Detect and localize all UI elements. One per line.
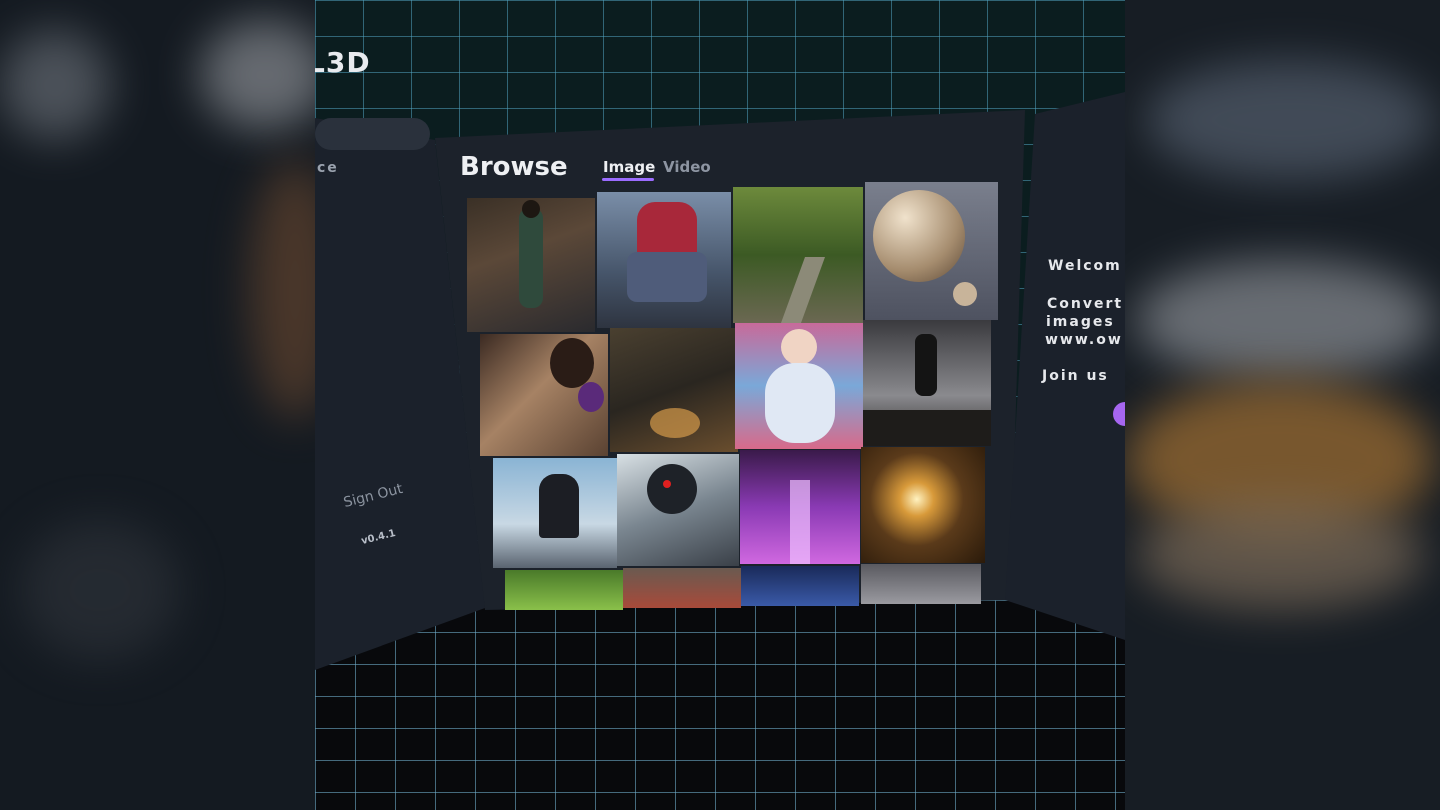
- welcome-text-line: images: [1046, 314, 1115, 330]
- gallery-thumbnail[interactable]: [735, 323, 863, 449]
- blurred-backdrop-left: [0, 0, 315, 810]
- website-link[interactable]: www.ow: [1045, 332, 1123, 348]
- vr-scene: L3D ce Sign Out v0.4.1 Browse Image Vide…: [315, 0, 1125, 810]
- welcome-text-line: Convert: [1047, 296, 1124, 312]
- tab-video[interactable]: Video: [663, 158, 711, 176]
- gallery-thumbnail[interactable]: [617, 454, 739, 566]
- tab-image[interactable]: Image: [603, 158, 655, 176]
- gallery-thumbnail[interactable]: [863, 320, 991, 446]
- welcome-heading: Welcom: [1048, 258, 1122, 274]
- app-logo: L3D: [315, 46, 371, 79]
- gallery-thumbnail[interactable]: [597, 192, 731, 328]
- gallery-thumbnail[interactable]: [861, 564, 981, 604]
- page-title: Browse: [460, 152, 568, 182]
- gallery-thumbnail[interactable]: [741, 566, 859, 606]
- gallery-thumbnail[interactable]: [623, 568, 741, 608]
- gallery-thumbnail[interactable]: [505, 570, 623, 610]
- gallery-thumbnail[interactable]: [610, 328, 738, 452]
- gallery-thumbnail[interactable]: [865, 182, 998, 320]
- gallery-thumbnail[interactable]: [861, 447, 985, 563]
- blurred-backdrop-right: [1125, 0, 1440, 810]
- join-text: Join us: [1042, 368, 1109, 384]
- gallery-thumbnail[interactable]: [733, 187, 863, 323]
- gallery-thumbnail[interactable]: [740, 450, 860, 564]
- sidebar-search-bar[interactable]: [315, 118, 430, 150]
- gallery-thumbnail[interactable]: [467, 198, 595, 332]
- grid-floor: [315, 600, 1125, 810]
- active-tab-indicator: [602, 178, 654, 181]
- sidebar-item-partial[interactable]: ce: [317, 160, 339, 176]
- gallery-thumbnail[interactable]: [480, 334, 608, 456]
- gallery-thumbnail[interactable]: [493, 458, 617, 568]
